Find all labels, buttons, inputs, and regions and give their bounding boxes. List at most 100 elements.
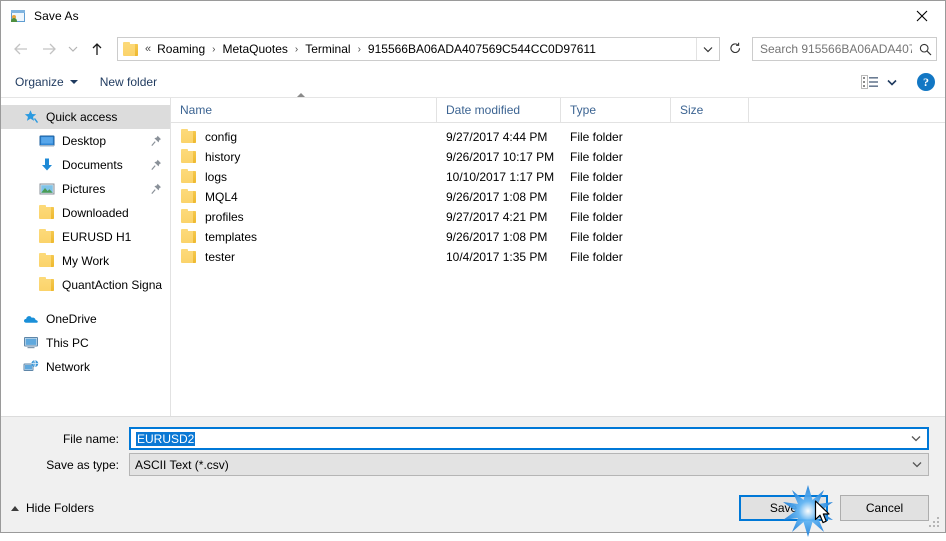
column-header-size[interactable]: Size <box>671 98 749 122</box>
cell-type: File folder <box>570 250 623 264</box>
address-bar[interactable]: « Roaming › MetaQuotes › Terminal › 9155… <box>117 37 720 61</box>
title-bar: Save As <box>1 1 945 31</box>
cell-type: File folder <box>570 190 623 204</box>
sidebar-item-quick-access[interactable]: Quick access <box>1 105 170 129</box>
save-as-type-select[interactable]: ASCII Text (*.csv) <box>129 453 929 476</box>
folder-icon <box>181 189 197 205</box>
folder-icon <box>39 253 55 269</box>
sidebar-item-label: This PC <box>46 336 89 350</box>
pin-icon[interactable] <box>151 135 162 147</box>
new-folder-button[interactable]: New folder <box>100 75 157 89</box>
table-row[interactable]: MQL4 9/26/2017 1:08 PM File folder <box>171 187 945 207</box>
table-row[interactable]: tester 10/4/2017 1:35 PM File folder <box>171 247 945 267</box>
refresh-button[interactable] <box>724 37 746 61</box>
chevron-down-icon <box>703 46 713 52</box>
sidebar-item-desktop[interactable]: Desktop <box>1 129 170 153</box>
file-name-row: File name: EURUSD2 <box>17 427 929 450</box>
pin-icon[interactable] <box>151 183 162 195</box>
view-options-button[interactable] <box>861 75 897 89</box>
breadcrumb-overflow[interactable]: « <box>143 43 156 55</box>
up-button[interactable] <box>83 36 111 62</box>
hide-folders-label: Hide Folders <box>26 501 95 515</box>
sidebar-item-my-work[interactable]: My Work <box>1 249 170 273</box>
sidebar-item-label: EURUSD H1 <box>62 230 132 244</box>
breadcrumb-separator[interactable]: › <box>289 44 304 55</box>
sidebar-item-downloaded[interactable]: Downloaded <box>1 201 170 225</box>
recent-locations-button[interactable] <box>63 36 83 62</box>
cell-type: File folder <box>570 170 623 184</box>
address-dropdown-button[interactable] <box>696 38 719 60</box>
breadcrumb-separator[interactable]: › <box>206 44 221 55</box>
file-name-value: EURUSD2 <box>136 431 196 446</box>
breadcrumb-item[interactable]: 915566BA06ADA407569C544CC0D97611 <box>367 42 597 56</box>
sidebar-item-pictures[interactable]: Pictures <box>1 177 170 201</box>
cell-name: tester <box>171 247 437 267</box>
cell-size <box>671 247 749 267</box>
file-name-input[interactable]: EURUSD2 <box>129 427 929 450</box>
help-button[interactable]: ? <box>917 73 935 91</box>
star-pin-icon <box>23 109 39 125</box>
chevron-up-icon <box>11 505 19 511</box>
arrow-up-icon <box>92 43 102 55</box>
cell-name: profiles <box>171 207 437 227</box>
cell-size <box>671 187 749 207</box>
sidebar-item-this-pc[interactable]: This PC <box>1 331 170 355</box>
column-header-date-modified[interactable]: Date modified <box>437 98 561 122</box>
sidebar-item-onedrive[interactable]: OneDrive <box>1 307 170 331</box>
cell-name: MQL4 <box>171 187 437 207</box>
table-row[interactable]: templates 9/26/2017 1:08 PM File folder <box>171 227 945 247</box>
file-name: profiles <box>205 210 244 224</box>
cancel-button[interactable]: Cancel <box>840 495 929 521</box>
breadcrumb-item[interactable]: Roaming <box>156 42 206 56</box>
cell-date-modified: 9/27/2017 4:21 PM <box>446 210 548 224</box>
table-row[interactable]: history 9/26/2017 10:17 PM File folder <box>171 147 945 167</box>
chevron-down-icon <box>912 462 922 468</box>
breadcrumb-item[interactable]: Terminal <box>304 42 351 56</box>
cell-type: File folder <box>570 230 623 244</box>
search-box[interactable] <box>752 37 937 61</box>
search-input[interactable] <box>753 42 914 56</box>
chevron-down-icon <box>887 79 897 86</box>
sidebar-item-documents[interactable]: Documents <box>1 153 170 177</box>
onedrive-icon <box>23 311 39 327</box>
cell-name: config <box>171 127 437 147</box>
resize-grip-icon[interactable] <box>929 517 941 529</box>
cell-date-modified: 10/4/2017 1:35 PM <box>446 250 548 264</box>
sidebar-item-quantaction-signal[interactable]: QuantAction Signal <box>1 273 170 297</box>
hide-folders-button[interactable]: Hide Folders <box>11 501 94 515</box>
organize-button[interactable]: Organize <box>15 75 78 89</box>
cell-size <box>671 127 749 147</box>
close-button[interactable] <box>899 1 945 31</box>
table-row[interactable]: logs 10/10/2017 1:17 PM File folder <box>171 167 945 187</box>
breadcrumb-item[interactable]: MetaQuotes <box>222 42 289 56</box>
table-row[interactable]: profiles 9/27/2017 4:21 PM File folder <box>171 207 945 227</box>
folder-icon <box>39 229 55 245</box>
table-row[interactable]: config 9/27/2017 4:44 PM File folder <box>171 127 945 147</box>
pin-icon[interactable] <box>151 159 162 171</box>
file-name: config <box>205 130 238 144</box>
search-icon[interactable] <box>914 43 936 56</box>
command-bar: Organize New folder ? <box>1 67 945 98</box>
chevron-down-icon <box>68 46 78 52</box>
cell-date-modified: 9/26/2017 1:08 PM <box>446 230 548 244</box>
save-as-type-dropdown-button[interactable] <box>906 461 928 468</box>
breadcrumb-separator[interactable]: › <box>352 44 367 55</box>
back-button[interactable] <box>7 36 35 62</box>
column-header-name[interactable]: Name <box>171 93 437 122</box>
cell-date-modified: 9/26/2017 1:08 PM <box>446 190 548 204</box>
file-name-dropdown-button[interactable] <box>905 435 927 442</box>
folder-icon <box>181 249 197 265</box>
column-header-type[interactable]: Type <box>561 98 671 122</box>
network-icon <box>23 359 39 375</box>
folder-icon <box>181 149 197 165</box>
forward-button[interactable] <box>35 36 63 62</box>
this-pc-icon <box>23 335 39 351</box>
file-name-label: File name: <box>62 431 119 446</box>
file-name: templates <box>205 230 258 244</box>
save-button[interactable]: Save <box>739 495 828 521</box>
sidebar-item-eurusd-h1[interactable]: EURUSD H1 <box>1 225 170 249</box>
documents-icon <box>39 157 55 173</box>
column-header-label: Size <box>680 103 704 117</box>
sidebar-item-network[interactable]: Network <box>1 355 170 379</box>
